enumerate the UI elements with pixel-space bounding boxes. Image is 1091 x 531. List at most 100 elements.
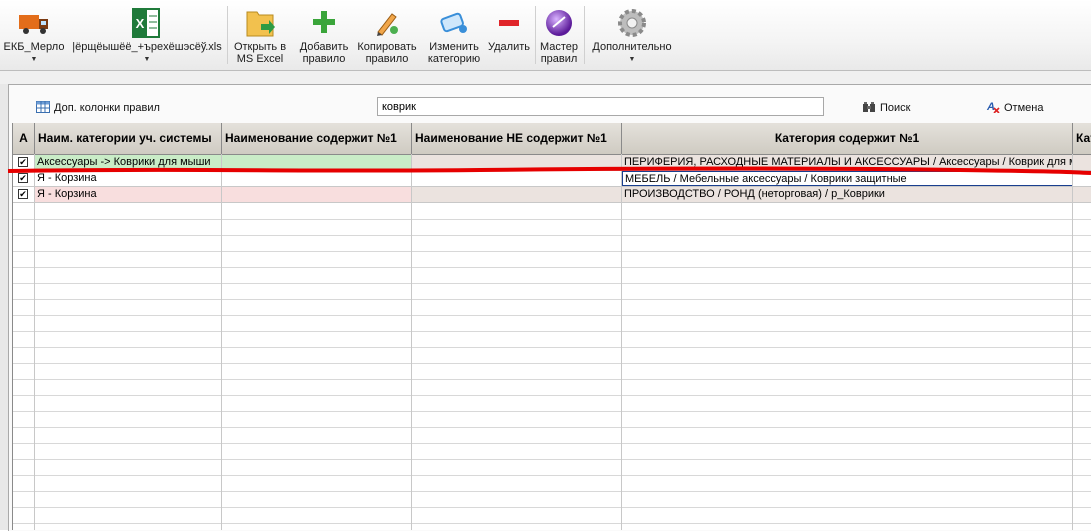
- extra-columns-button[interactable]: Доп. колонки правил: [36, 100, 160, 116]
- edit-category-icon: [437, 6, 471, 40]
- column-header-name-contains[interactable]: Наименование содержит №1: [222, 123, 412, 154]
- empty-grid-row: [13, 299, 1091, 300]
- name-contains-cell[interactable]: [222, 155, 412, 170]
- gear-icon: [615, 6, 649, 40]
- name-not-contains-cell[interactable]: [412, 155, 622, 170]
- column-header-system-category[interactable]: Наим. категории уч. системы: [35, 123, 222, 154]
- chevron-down-icon: ▼: [143, 56, 151, 63]
- category-contains-cell[interactable]: ПЕРИФЕРИЯ, РАСХОДНЫЕ МАТЕРИАЛЫ И АКСЕССУ…: [622, 155, 1073, 170]
- open-in-excel-label: Открыть в MS Excel: [233, 41, 287, 65]
- category-contains-cell[interactable]: МЕБЕЛЬ / Мебельные аксессуары / Коврики …: [622, 171, 1073, 186]
- empty-grid-row: [13, 331, 1091, 332]
- active-cell[interactable]: ✔: [13, 187, 35, 202]
- edit-category-label: Изменить категорию: [427, 41, 481, 65]
- category-contains-cell[interactable]: ПРОИЗВОДСТВО / РОНД (неторговая) / р_Ков…: [622, 187, 1073, 202]
- add-rule-label: Добавить правило: [299, 41, 349, 65]
- open-in-excel-button[interactable]: Открыть в MS Excel: [228, 0, 292, 68]
- grid-vline: [411, 154, 412, 530]
- table-row[interactable]: ✔ Я - Корзина МЕБЕЛЬ / Мебельные аксессу…: [13, 171, 1091, 187]
- empty-grid-row: [13, 235, 1091, 236]
- grid-vline: [621, 154, 622, 530]
- chevron-down-icon: ▼: [30, 56, 38, 63]
- search-input[interactable]: [377, 97, 824, 116]
- svg-text:X: X: [136, 16, 145, 31]
- empty-grid-row: [13, 523, 1091, 524]
- profile-button-label: ЕКБ_Мерло: [3, 41, 65, 53]
- extra-columns-label: Доп. колонки правил: [54, 102, 160, 114]
- delete-button[interactable]: Удалить: [486, 0, 532, 68]
- name-contains-cell[interactable]: [222, 187, 412, 202]
- column-header-active[interactable]: А: [13, 123, 35, 154]
- cancel-button[interactable]: A Отмена: [986, 100, 1043, 116]
- empty-grid-row: [13, 459, 1091, 460]
- empty-grid-row: [13, 251, 1091, 252]
- delete-label: Удалить: [488, 41, 530, 53]
- clear-filter-icon: A: [986, 100, 1000, 116]
- ribbon-toolbar: ЕКБ_Мерло ▼ X |ёрщёышёё_+ъреxёшэсёў.xls …: [0, 0, 1091, 71]
- profile-button[interactable]: ЕКБ_Мерло ▼: [0, 0, 68, 68]
- edit-category-button[interactable]: Изменить категорию: [422, 0, 486, 68]
- column-header-category-more[interactable]: Кат: [1073, 123, 1091, 154]
- search-button[interactable]: Поиск: [862, 100, 910, 116]
- svg-text:A: A: [986, 101, 995, 113]
- empty-grid-row: [13, 491, 1091, 492]
- rules-wizard-button[interactable]: Мастер правил: [536, 0, 582, 68]
- system-category-cell[interactable]: Я - Корзина: [35, 187, 222, 202]
- folder-excel-icon: [243, 6, 277, 40]
- copy-rule-button[interactable]: Копировать правило: [354, 0, 420, 68]
- empty-grid-row: [13, 315, 1091, 316]
- table-row[interactable]: ✔ Аксессуары -> Коврики для мыши ПЕРИФЕР…: [13, 155, 1091, 171]
- rules-wizard-label: Мастер правил: [539, 41, 579, 65]
- copy-rule-label: Копировать правило: [357, 41, 417, 65]
- grid-vline: [1072, 154, 1073, 530]
- empty-grid-row: [13, 267, 1091, 268]
- more-options-button[interactable]: Дополнительно ▼: [586, 0, 678, 68]
- column-header-name-not-contains[interactable]: Наименование НЕ содержит №1: [412, 123, 622, 154]
- checkbox-checked[interactable]: ✔: [18, 157, 28, 167]
- more-options-label: Дополнительно: [592, 41, 672, 53]
- empty-grid-row: [13, 363, 1091, 364]
- name-contains-cell[interactable]: [222, 171, 412, 186]
- empty-grid-row: [13, 411, 1091, 412]
- truck-icon: [17, 6, 51, 40]
- toolbar-gap: [0, 71, 1091, 84]
- empty-grid-row: [13, 347, 1091, 348]
- empty-grid-row: [13, 507, 1091, 508]
- plus-icon: [307, 6, 341, 40]
- rules-grid: А Наим. категории уч. системы Наименован…: [12, 123, 1091, 530]
- empty-grid-row: [13, 475, 1091, 476]
- checkbox-checked[interactable]: ✔: [18, 173, 28, 183]
- empty-grid-row: [13, 395, 1091, 396]
- grid-vline: [34, 154, 35, 530]
- system-category-cell[interactable]: Я - Корзина: [35, 171, 222, 186]
- wizard-orb-icon: [542, 6, 576, 40]
- cancel-button-label: Отмена: [1004, 102, 1044, 114]
- empty-grid-row: [13, 219, 1091, 220]
- checkbox-checked[interactable]: ✔: [18, 189, 28, 199]
- category-more-cell[interactable]: [1073, 155, 1091, 170]
- empty-grid-row: [13, 283, 1091, 284]
- column-header-category-contains[interactable]: Категория содержит №1: [622, 123, 1073, 154]
- system-category-cell[interactable]: Аксессуары -> Коврики для мыши: [35, 155, 222, 170]
- category-more-cell[interactable]: [1073, 171, 1091, 186]
- toolbar-separator: [584, 6, 585, 64]
- table-columns-icon: [36, 100, 50, 116]
- active-cell[interactable]: ✔: [13, 155, 35, 170]
- grid-vline: [221, 154, 222, 530]
- excel-icon: X: [130, 6, 164, 40]
- search-button-label: Поиск: [880, 102, 911, 114]
- empty-grid-row: [13, 427, 1091, 428]
- chevron-down-icon: ▼: [628, 56, 636, 63]
- table-row[interactable]: ✔ Я - Корзина ПРОИЗВОДСТВО / РОНД (нетор…: [13, 187, 1091, 203]
- binoculars-icon: [862, 101, 876, 116]
- active-cell[interactable]: ✔: [13, 171, 35, 186]
- pencil-icon: [370, 6, 404, 40]
- add-rule-button[interactable]: Добавить правило: [294, 0, 354, 68]
- category-more-cell[interactable]: [1073, 187, 1091, 202]
- file-select-label: |ёрщёышёё_+ъреxёшэсёў.xls: [72, 41, 222, 53]
- grid-header: А Наим. категории уч. системы Наименован…: [13, 123, 1091, 155]
- name-not-contains-cell[interactable]: [412, 171, 622, 186]
- file-select-button[interactable]: X |ёрщёышёё_+ъреxёшэсёў.xls ▼: [68, 0, 226, 68]
- empty-grid-row: [13, 379, 1091, 380]
- name-not-contains-cell[interactable]: [412, 187, 622, 202]
